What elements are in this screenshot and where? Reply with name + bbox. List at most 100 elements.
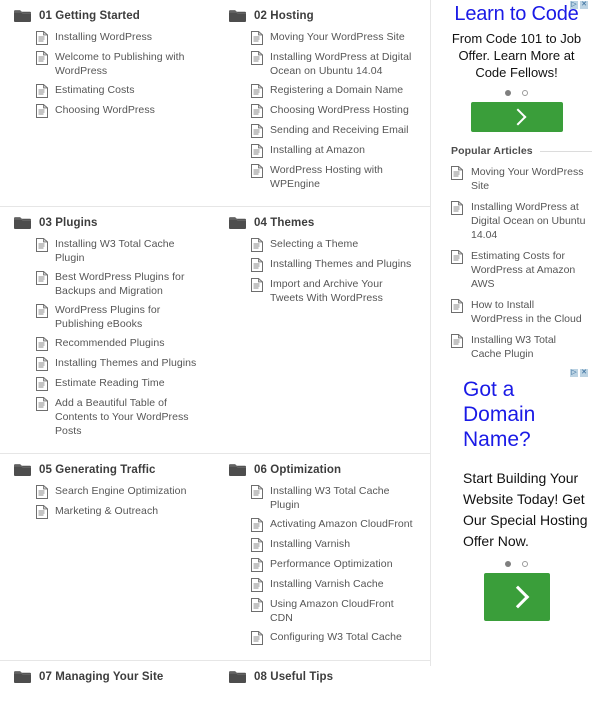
document-icon [36, 505, 48, 519]
article-label: Installing W3 Total Cache Plugin [55, 238, 175, 264]
list-item[interactable]: Installing W3 Total Cache Plugin [14, 237, 203, 265]
list-item[interactable]: Installing W3 Total Cache Plugin [451, 333, 588, 361]
ad-carousel-dots[interactable] [441, 81, 592, 102]
sitemap-row: 01 Getting Started Installing WordPress … [0, 0, 430, 206]
document-icon [36, 377, 48, 391]
list-item[interactable]: Using Amazon CloudFront CDN [229, 597, 418, 625]
document-icon [36, 304, 48, 318]
sitemap-row: 07 Managing Your Site 08 Useful Tips [0, 660, 430, 701]
list-item[interactable]: Installing Themes and Plugins [229, 257, 418, 272]
folder-icon [229, 9, 246, 23]
ad-carousel-dots[interactable] [441, 552, 592, 573]
adchoices-icon[interactable]: ▷ [570, 369, 578, 377]
list-item[interactable]: Selecting a Theme [229, 237, 418, 252]
section-title: 06 Optimization [254, 464, 342, 476]
list-item[interactable]: Add a Beautiful Table of Contents to You… [14, 396, 203, 438]
ad-headline[interactable]: Got a Domain Name? [441, 368, 592, 452]
list-item[interactable]: Sending and Receiving Email [229, 123, 418, 138]
sitemap-row: 03 Plugins Installing W3 Total Cache Plu… [0, 206, 430, 453]
list-item[interactable]: WordPress Plugins for Publishing eBooks [14, 303, 203, 331]
ad-body-text: Start Building Your Website Today! Get O… [463, 470, 588, 549]
document-icon [36, 51, 48, 65]
document-icon [251, 144, 263, 158]
section-header[interactable]: 06 Optimization [229, 462, 418, 478]
list-item[interactable]: Moving Your WordPress Site [451, 165, 588, 193]
list-item[interactable]: Installing Varnish [229, 537, 418, 552]
document-icon [251, 258, 263, 272]
list-item[interactable]: Installing W3 Total Cache Plugin [229, 484, 418, 512]
ad-banner-domain-name[interactable]: ▷ ✕ Got a Domain Name? Start Building Yo… [441, 368, 592, 621]
document-icon [251, 558, 263, 572]
article-label: Add a Beautiful Table of Contents to You… [55, 397, 189, 437]
adchoices-badge[interactable]: ▷ ✕ [570, 369, 588, 377]
list-item[interactable]: Moving Your WordPress Site [229, 30, 418, 45]
ad-banner-learn-to-code[interactable]: ▷ ✕ Learn to Code From Code 101 to Job O… [441, 0, 592, 132]
popular-articles-list: Moving Your WordPress Site Installing Wo… [441, 165, 592, 361]
sidebar: ▷ ✕ Learn to Code From Code 101 to Job O… [430, 0, 600, 666]
ad-cta-button[interactable] [470, 102, 563, 132]
article-label: Using Amazon CloudFront CDN [270, 598, 394, 624]
section-header[interactable]: 02 Hosting [229, 8, 418, 24]
section-header[interactable]: 08 Useful Tips [229, 669, 418, 685]
article-label: Installing Varnish [270, 538, 351, 550]
article-label: Import and Archive Your Tweets With Word… [270, 278, 383, 304]
list-item[interactable]: Installing WordPress at Digital Ocean on… [451, 200, 588, 242]
adchoices-badge[interactable]: ▷ ✕ [570, 1, 588, 9]
list-item[interactable]: How to Install WordPress in the Cloud [451, 298, 588, 326]
list-item[interactable]: Search Engine Optimization [14, 484, 203, 499]
chevron-right-icon [506, 585, 529, 609]
article-label: Selecting a Theme [270, 238, 359, 250]
folder-icon [14, 9, 31, 23]
section-header[interactable]: 07 Managing Your Site [14, 669, 203, 685]
list-item[interactable]: Estimating Costs for WordPress at Amazon… [451, 249, 588, 291]
list-item[interactable]: Installing WordPress [14, 30, 203, 45]
document-icon [251, 518, 263, 532]
section-header[interactable]: 01 Getting Started [14, 8, 203, 24]
list-item[interactable]: Activating Amazon CloudFront [229, 517, 418, 532]
section-header[interactable]: 03 Plugins [14, 215, 203, 231]
document-icon [451, 299, 463, 313]
header-divider [539, 150, 592, 152]
document-icon [251, 278, 263, 292]
sitemap-section-02: 02 Hosting Moving Your WordPress Site In… [215, 0, 430, 206]
article-label: Best WordPress Plugins for Backups and M… [55, 271, 185, 297]
article-label: Configuring W3 Total Cache [270, 631, 402, 643]
document-icon [36, 397, 48, 411]
list-item[interactable]: Installing at Amazon [229, 143, 418, 158]
list-item[interactable]: Registering a Domain Name [229, 83, 418, 98]
article-label: Registering a Domain Name [270, 84, 404, 96]
carousel-dot-active[interactable] [505, 561, 511, 567]
list-item[interactable]: WordPress Hosting with WPEngine [229, 163, 418, 191]
list-item[interactable]: Recommended Plugins [14, 336, 203, 351]
ad-close-icon[interactable]: ✕ [580, 369, 588, 377]
adchoices-icon[interactable]: ▷ [570, 1, 578, 9]
list-item[interactable]: Installing Themes and Plugins [14, 356, 203, 371]
carousel-dot-inactive[interactable] [522, 561, 528, 567]
article-label: Recommended Plugins [55, 337, 165, 349]
ad-cta-button[interactable] [483, 573, 550, 621]
list-item[interactable]: Marketing & Outreach [14, 504, 203, 519]
list-item[interactable]: Installing Varnish Cache [229, 577, 418, 592]
list-item[interactable]: Welcome to Publishing with WordPress [14, 50, 203, 78]
carousel-dot-inactive[interactable] [522, 90, 528, 96]
carousel-dot-active[interactable] [505, 90, 511, 96]
folder-icon [14, 463, 31, 477]
section-header[interactable]: 04 Themes [229, 215, 418, 231]
list-item[interactable]: Installing WordPress at Digital Ocean on… [229, 50, 418, 78]
section-header[interactable]: 05 Generating Traffic [14, 462, 203, 478]
list-item[interactable]: Choosing WordPress [14, 103, 203, 118]
list-item[interactable]: Performance Optimization [229, 557, 418, 572]
list-item[interactable]: Choosing WordPress Hosting [229, 103, 418, 118]
popular-articles-title: Popular Articles [451, 145, 533, 157]
list-item[interactable]: Import and Archive Your Tweets With Word… [229, 277, 418, 305]
document-icon [36, 485, 48, 499]
list-item[interactable]: Estimate Reading Time [14, 376, 203, 391]
document-icon [451, 334, 463, 348]
document-icon [251, 485, 263, 499]
list-item[interactable]: Estimating Costs [14, 83, 203, 98]
ad-close-icon[interactable]: ✕ [580, 1, 588, 9]
list-item[interactable]: Best WordPress Plugins for Backups and M… [14, 270, 203, 298]
article-label: Choosing WordPress [55, 104, 155, 116]
sitemap-section-06: 06 Optimization Installing W3 Total Cach… [215, 454, 430, 660]
list-item[interactable]: Configuring W3 Total Cache [229, 630, 418, 645]
